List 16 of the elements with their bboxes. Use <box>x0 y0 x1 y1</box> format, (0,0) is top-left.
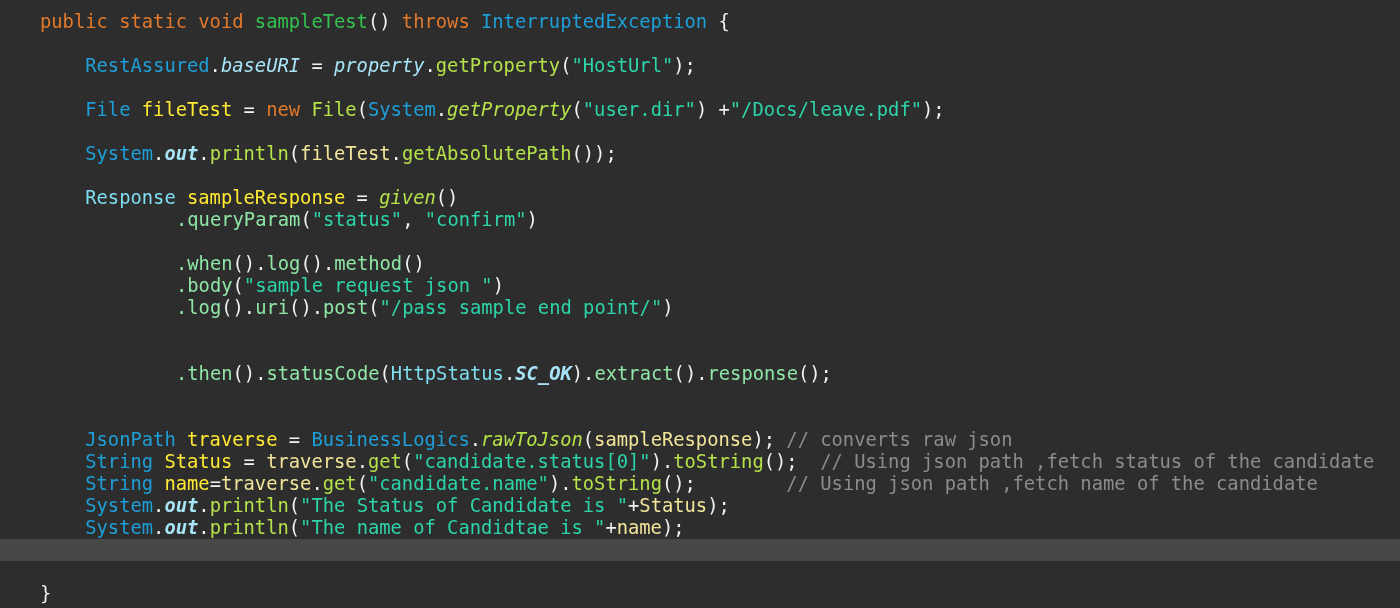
code-line: System.out.println("The name of Candidtae is "+name); <box>84 517 686 539</box>
code-line: System.out.println(fileTest.getAbsolutePath()); <box>84 143 618 165</box>
code-line: File fileTest = new File(System.getProperty("user.dir") +"/Docs/leave.pdf"); <box>84 99 946 121</box>
code-line: JsonPath traverse = BusinessLogics.rawToJson(sampleResponse); // converts raw json <box>84 429 1014 451</box>
code-line: .when().log().method() <box>175 253 426 275</box>
code-line: .queryParam("status", "confirm") <box>175 209 539 231</box>
code-line: .then().statusCode(HttpStatus.SC_OK).extract().response(); <box>175 363 833 385</box>
code-line: String name=traverse.get("candidate.name").toString(); // Using json path ,fetch name of the candidate <box>84 473 1319 495</box>
code-line: .body("sample request json ") <box>175 275 505 297</box>
code-line: public static void sampleTest() throws InterruptedException { <box>39 11 731 33</box>
code-line: .log().uri().post("/pass sample end point/") <box>175 297 675 319</box>
code-line: } <box>39 583 53 605</box>
code-line: System.out.println("The Status of Candidate is "+Status); <box>84 495 731 517</box>
code-line: String Status = traverse.get("candidate.status[0]").toString(); // Using json path ,fetch status of the candidate <box>84 451 1376 473</box>
code-line: Response sampleResponse = given() <box>84 187 460 209</box>
code-line: RestAssured.baseURI = property.getProperty("HostUrl"); <box>84 55 697 77</box>
